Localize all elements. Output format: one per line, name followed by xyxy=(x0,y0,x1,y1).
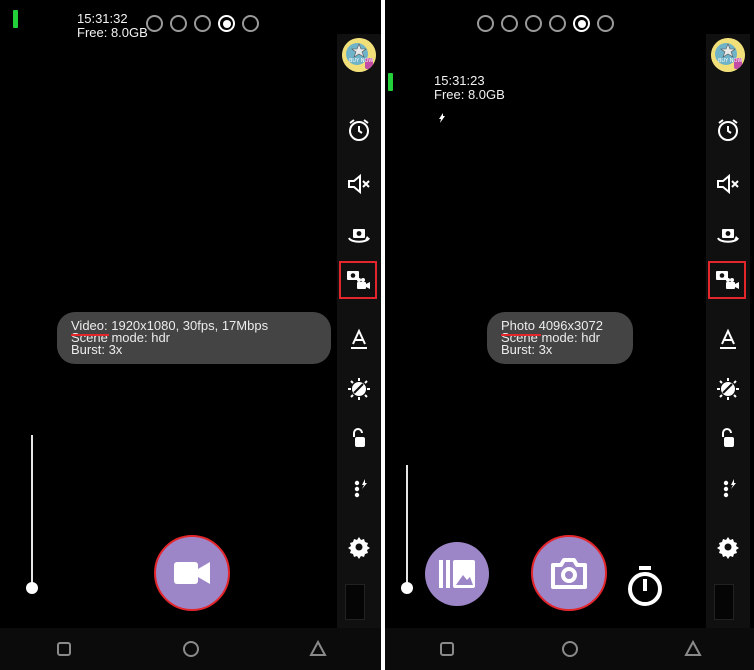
page-dot[interactable] xyxy=(501,15,518,32)
exposure-icon[interactable] xyxy=(337,370,381,408)
page-dot[interactable] xyxy=(477,15,494,32)
settings-icon[interactable] xyxy=(337,528,381,566)
settings-icon[interactable] xyxy=(706,528,750,566)
timer-icon[interactable] xyxy=(337,111,381,149)
avatar-badge-text: BUY NOW xyxy=(349,58,373,64)
burst-timer-icon[interactable] xyxy=(625,565,665,612)
page-dot[interactable] xyxy=(194,15,211,32)
toolbar-placeholder xyxy=(345,584,365,620)
gallery-icon xyxy=(439,560,475,588)
camera-screen-photo: 15:31:23 Free: 8.0GB BUY NOW Photo 4096x… xyxy=(385,0,754,670)
back-icon[interactable] xyxy=(307,638,329,660)
more-flash-icon[interactable] xyxy=(337,470,381,508)
page-dot[interactable] xyxy=(146,15,163,32)
system-navigation-bar xyxy=(385,628,754,670)
exposure-icon[interactable] xyxy=(706,370,750,408)
lock-icon[interactable] xyxy=(706,419,750,457)
info-burst: Burst: 3x xyxy=(71,342,123,357)
text-stamp-icon[interactable] xyxy=(706,320,750,358)
gallery-button[interactable] xyxy=(425,542,489,606)
switch-camera-icon[interactable] xyxy=(337,216,381,254)
video-camera-icon xyxy=(174,562,210,584)
annotation-underline xyxy=(501,334,541,336)
take-photo-button[interactable] xyxy=(531,535,607,611)
battery-indicator xyxy=(388,73,393,91)
camera-screen-video: 15:31:32 Free: 8.0GB BUY NOW Video: 1920… xyxy=(0,0,381,670)
camera-icon xyxy=(551,558,587,589)
camera-info-bubble: Video: 1920x1080, 30fps, 17Mbps Scene mo… xyxy=(57,312,331,364)
switch-camera-icon[interactable] xyxy=(706,216,750,254)
info-burst: Burst: 3x xyxy=(501,342,553,357)
page-dot[interactable] xyxy=(525,15,542,32)
lock-icon[interactable] xyxy=(337,419,381,457)
annotation-underline xyxy=(71,334,109,336)
timer-icon[interactable] xyxy=(706,111,750,149)
photo-video-mode-icon[interactable] xyxy=(338,260,378,300)
record-video-button[interactable] xyxy=(154,535,230,611)
battery-indicator xyxy=(13,10,18,28)
status-free-storage: Free: 8.0GB xyxy=(434,87,505,102)
more-flash-icon[interactable] xyxy=(706,470,750,508)
home-icon[interactable] xyxy=(559,638,581,660)
zoom-slider-track[interactable] xyxy=(31,435,33,587)
recent-apps-icon[interactable] xyxy=(436,638,458,660)
page-dot[interactable] xyxy=(549,15,566,32)
zoom-slider-track[interactable] xyxy=(406,465,408,587)
recent-apps-icon[interactable] xyxy=(53,638,75,660)
avatar-buy-now-icon[interactable]: BUY NOW xyxy=(711,38,745,72)
mute-icon[interactable] xyxy=(706,165,750,203)
page-dot-active[interactable] xyxy=(218,15,235,32)
toolbar-placeholder xyxy=(714,584,734,620)
camera-info-bubble: Photo 4096x3072 Scene mode: hdr Burst: 3… xyxy=(487,312,633,364)
page-indicator xyxy=(146,15,259,32)
page-indicator xyxy=(477,15,614,32)
mute-icon[interactable] xyxy=(337,165,381,203)
status-time: 15:31:23 xyxy=(434,73,485,88)
avatar-buy-now-icon[interactable]: BUY NOW xyxy=(342,38,376,72)
zoom-slider-handle[interactable] xyxy=(26,582,38,594)
zoom-slider-handle[interactable] xyxy=(401,582,413,594)
text-stamp-icon[interactable] xyxy=(337,320,381,358)
flash-indicator-icon xyxy=(439,110,445,128)
system-navigation-bar xyxy=(0,628,381,670)
page-dot[interactable] xyxy=(170,15,187,32)
status-free-storage: Free: 8.0GB xyxy=(77,25,148,40)
photo-video-mode-icon[interactable] xyxy=(707,260,747,300)
avatar-badge-text: BUY NOW xyxy=(718,58,742,64)
status-text: 15:31:32 Free: 8.0GB xyxy=(77,12,148,40)
status-text: 15:31:23 Free: 8.0GB xyxy=(434,74,505,102)
page-dot-active[interactable] xyxy=(573,15,590,32)
camera-toolbar: BUY NOW xyxy=(706,34,750,628)
back-icon[interactable] xyxy=(682,638,704,660)
page-dot[interactable] xyxy=(597,15,614,32)
camera-toolbar: BUY NOW xyxy=(337,34,381,628)
status-time: 15:31:32 xyxy=(77,11,128,26)
page-dot[interactable] xyxy=(242,15,259,32)
home-icon[interactable] xyxy=(180,638,202,660)
